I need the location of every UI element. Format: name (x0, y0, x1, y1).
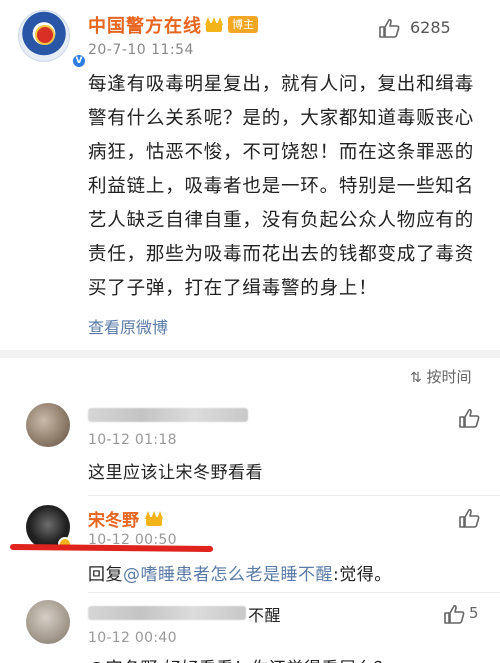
comment-date: 10-12 00:40 (88, 630, 177, 646)
view-original-link[interactable]: 查看原微博 (88, 314, 168, 338)
post-like-count: 6285 (410, 18, 451, 37)
comment-divider (88, 592, 500, 593)
post-author-name[interactable]: 中国警方在线 (88, 12, 202, 38)
thumbs-up-icon (459, 508, 480, 528)
comment-avatar[interactable] (26, 600, 70, 644)
commenter-name-blurred (88, 408, 248, 422)
sort-by-time-button[interactable]: ⇅ 按时间 (410, 366, 472, 387)
weibo-post: V 中国警方在线 博主 20-7-10 11:54 6285 每逢有吸毒明星复出… (0, 0, 500, 349)
post-body-text: 每逢有吸毒明星复出，就有人问，复出和缉毒警有什么关系呢？是的，大家都知道毒贩丧心… (88, 74, 475, 299)
red-underline-annotation (9, 543, 214, 553)
comment-text: 这里应该让宋冬野看看 (88, 463, 263, 483)
comment-reply-text: 回复@嗜睡患者怎么老是睡不醒:觉得。 (88, 560, 392, 585)
section-divider (0, 350, 500, 358)
thumbs-up-icon (444, 604, 465, 624)
reply-mention-link[interactable]: @嗜睡患者怎么老是睡不醒 (123, 565, 333, 585)
verified-badge-icon: V (71, 53, 87, 69)
crown-icon (204, 16, 224, 32)
commenter-name-blurred (88, 606, 246, 620)
crown-icon (144, 510, 164, 526)
comment-avatar[interactable] (26, 505, 72, 551)
commenter-name[interactable]: 宋冬野 (88, 506, 139, 531)
reply-body: :觉得。 (333, 565, 392, 585)
comment-divider (88, 495, 500, 496)
post-like-button[interactable] (378, 18, 400, 38)
comment-like-button[interactable] (458, 408, 480, 428)
reply-prefix: 回复 (88, 565, 123, 585)
commenter-name-suffix: 不醒 (248, 606, 282, 625)
comment-date: 10-12 01:18 (88, 432, 177, 448)
thumbs-up-icon (459, 408, 480, 428)
blogger-tag: 博主 (228, 16, 258, 33)
sort-label: 按时间 (426, 368, 472, 386)
sort-icon: ⇅ (410, 370, 422, 386)
post-date: 20-7-10 11:54 (88, 42, 194, 58)
thumbs-up-icon (378, 18, 400, 38)
author-avatar[interactable]: V (18, 10, 87, 69)
comment-text: @宋冬野 好好看看！你还觉得看屁么？ (88, 654, 391, 663)
comment-like-button[interactable] (458, 508, 480, 528)
comment-avatar[interactable] (26, 403, 70, 447)
comment-like-button[interactable]: 5 (443, 604, 493, 624)
police-emblem-icon (35, 25, 55, 45)
like-count-number: 5 (469, 604, 479, 622)
